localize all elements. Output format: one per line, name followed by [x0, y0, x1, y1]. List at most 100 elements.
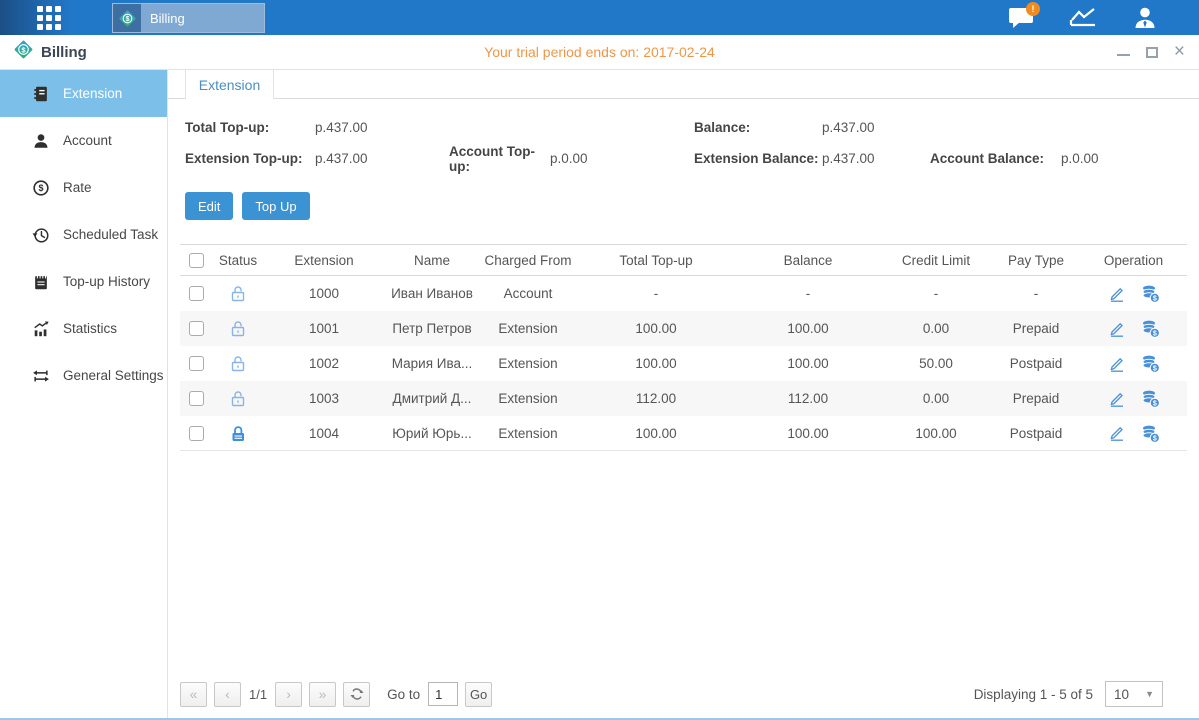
- goto-label: Go to: [387, 687, 420, 702]
- cell-credit-limit: -: [880, 286, 992, 301]
- cell-name: Дмитрий Д...: [384, 391, 480, 406]
- topbar-tab-billing[interactable]: $ Billing: [112, 3, 265, 33]
- maximize-button[interactable]: [1146, 47, 1158, 58]
- cell-credit-limit: 100.00: [880, 426, 992, 441]
- edit-extension-icon[interactable]: [1108, 320, 1126, 338]
- cell-status: [212, 389, 264, 408]
- page-size-select[interactable]: 10 ▼: [1105, 681, 1163, 707]
- sidebar-item-statistics[interactable]: Statistics: [0, 305, 167, 352]
- total-topup-value: p.437.00: [315, 120, 449, 135]
- cell-charged-from: Extension: [480, 356, 576, 371]
- svg-text:$: $: [1152, 400, 1156, 407]
- chevron-down-icon: ▼: [1145, 689, 1154, 699]
- svg-text:$: $: [1152, 330, 1156, 337]
- top-up-extension-icon[interactable]: $: [1141, 319, 1160, 338]
- table-row[interactable]: 1004 Юрий Юрь... Extension 100.00 100.00…: [180, 416, 1187, 451]
- close-button[interactable]: ×: [1174, 45, 1185, 59]
- row-checkbox[interactable]: [189, 286, 204, 301]
- rate-dollar-icon: $: [32, 179, 50, 197]
- edit-extension-icon[interactable]: [1108, 355, 1126, 373]
- cell-pay-type: -: [992, 286, 1080, 301]
- sidebar-item-label: Account: [63, 133, 112, 148]
- edit-extension-icon[interactable]: [1108, 285, 1126, 303]
- cell-extension: 1002: [264, 356, 384, 371]
- column-header-name: Name: [384, 253, 480, 268]
- minimize-button[interactable]: [1117, 48, 1130, 56]
- cell-pay-type: Postpaid: [992, 426, 1080, 441]
- row-checkbox[interactable]: [189, 391, 204, 406]
- sidebar-item-account[interactable]: Account: [0, 117, 167, 164]
- pagination-bar: « ‹ 1/1 › » Go to Go Displaying: [180, 680, 1187, 708]
- cell-operation: $: [1080, 389, 1187, 408]
- notifications-button[interactable]: !: [1007, 4, 1035, 32]
- column-header-balance: Balance: [736, 253, 880, 268]
- cell-status: [212, 319, 264, 338]
- svg-text:$: $: [1152, 365, 1156, 372]
- tab-extension[interactable]: Extension: [185, 70, 274, 99]
- row-checkbox[interactable]: [189, 321, 204, 336]
- balance-value: p.437.00: [822, 120, 930, 135]
- cell-status: [212, 284, 264, 303]
- cell-balance: 112.00: [736, 391, 880, 406]
- window-controls: ×: [1117, 35, 1185, 69]
- billing-window-icon: $: [13, 39, 34, 65]
- row-checkbox[interactable]: [189, 356, 204, 371]
- cell-credit-limit: 50.00: [880, 356, 992, 371]
- reports-button[interactable]: [1069, 4, 1097, 32]
- table-row[interactable]: 1003 Дмитрий Д... Extension 112.00 112.0…: [180, 381, 1187, 416]
- top-up-button[interactable]: Top Up: [242, 192, 309, 220]
- extension-book-icon: [32, 85, 50, 103]
- refresh-button[interactable]: [343, 682, 370, 707]
- top-up-extension-icon[interactable]: $: [1141, 284, 1160, 303]
- select-all-checkbox[interactable]: [189, 253, 204, 268]
- first-page-button[interactable]: «: [180, 682, 207, 707]
- cell-pay-type: Prepaid: [992, 391, 1080, 406]
- cell-charged-from: Extension: [480, 391, 576, 406]
- svg-text:$: $: [1152, 295, 1156, 302]
- sidebar-item-top-up-history[interactable]: Top-up History: [0, 258, 167, 305]
- cell-total-topup: 100.00: [576, 321, 736, 336]
- topbar-tab-label: Billing: [150, 11, 185, 26]
- sidebar-item-general-settings[interactable]: General Settings: [0, 352, 167, 399]
- column-header-operation: Operation: [1080, 253, 1187, 268]
- window-title-group: $ Billing: [0, 39, 87, 65]
- account-balance-label: Account Balance:: [930, 151, 1061, 166]
- table-row[interactable]: 1000 Иван Иванов Account - - - - $: [180, 276, 1187, 311]
- displaying-info: Displaying 1 - 5 of 5: [974, 687, 1093, 702]
- table-row[interactable]: 1002 Мария Ива... Extension 100.00 100.0…: [180, 346, 1187, 381]
- page-size-value: 10: [1114, 687, 1129, 702]
- top-up-extension-icon[interactable]: $: [1141, 354, 1160, 373]
- account-topup-value: p.0.00: [550, 151, 694, 166]
- next-page-button[interactable]: ›: [275, 682, 302, 707]
- edit-button[interactable]: Edit: [185, 192, 233, 220]
- sidebar-item-rate[interactable]: $ Rate: [0, 164, 167, 211]
- window-title: Billing: [41, 44, 87, 61]
- account-topup-label: Account Top-up:: [449, 144, 550, 174]
- unlocked-icon: [229, 389, 248, 408]
- user-button[interactable]: [1131, 4, 1159, 32]
- app-launcher-grid-icon[interactable]: [36, 5, 62, 31]
- top-up-extension-icon[interactable]: $: [1141, 424, 1160, 443]
- cell-total-topup: 112.00: [576, 391, 736, 406]
- statistics-chart-icon: [32, 320, 50, 338]
- account-balance-value: p.0.00: [1061, 151, 1199, 166]
- cell-credit-limit: 0.00: [880, 321, 992, 336]
- cell-charged-from: Extension: [480, 426, 576, 441]
- column-header-charged-from: Charged From: [480, 253, 576, 268]
- top-up-extension-icon[interactable]: $: [1141, 389, 1160, 408]
- sidebar-item-label: Rate: [63, 180, 92, 195]
- sidebar-item-extension[interactable]: Extension: [0, 70, 167, 117]
- row-checkbox[interactable]: [189, 426, 204, 441]
- cell-balance: 100.00: [736, 321, 880, 336]
- cell-name: Петр Петров: [384, 321, 480, 336]
- edit-extension-icon[interactable]: [1108, 390, 1126, 408]
- last-page-button[interactable]: »: [309, 682, 336, 707]
- goto-page-input[interactable]: [428, 682, 458, 706]
- edit-extension-icon[interactable]: [1108, 424, 1126, 442]
- prev-page-button[interactable]: ‹: [214, 682, 241, 707]
- table-row[interactable]: 1001 Петр Петров Extension 100.00 100.00…: [180, 311, 1187, 346]
- go-button[interactable]: Go: [465, 682, 492, 707]
- sidebar-item-label: Top-up History: [63, 274, 150, 289]
- sidebar-item-scheduled-task[interactable]: Scheduled Task: [0, 211, 167, 258]
- cell-name: Иван Иванов: [384, 286, 480, 301]
